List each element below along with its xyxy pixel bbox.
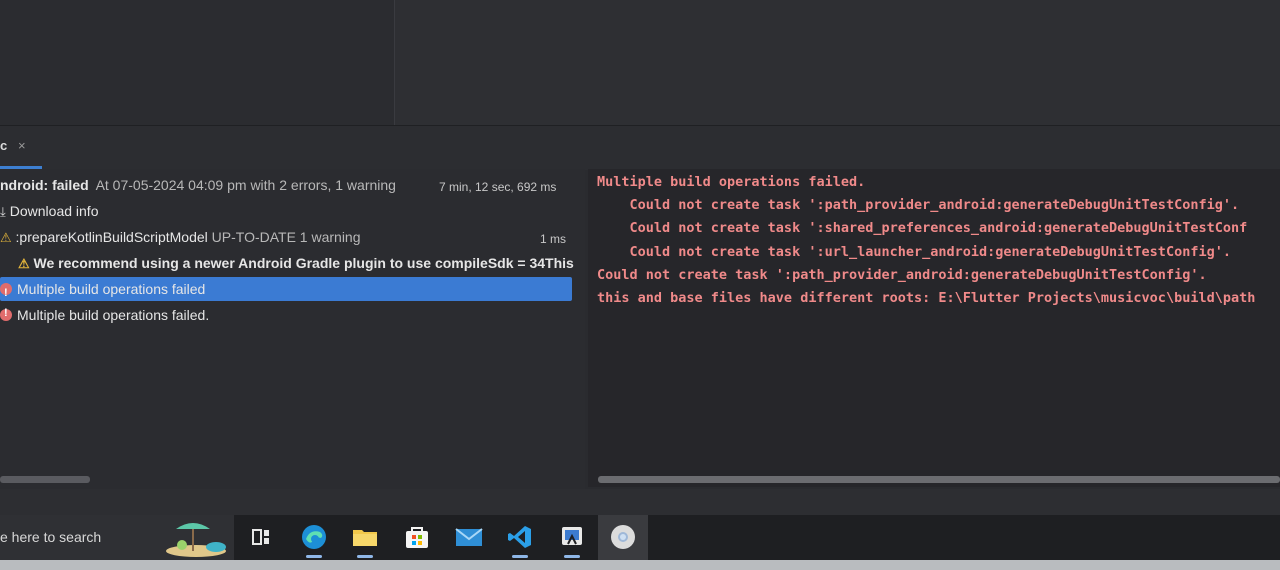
vscode-icon[interactable] xyxy=(504,521,536,553)
explorer-running-indicator xyxy=(357,555,373,558)
tree-row-prepare-kotlin[interactable]: ⚠ :prepareKotlinBuildScriptModel UP-TO-D… xyxy=(0,229,585,251)
taskbar-search-box[interactable]: e here to search xyxy=(0,515,234,560)
console-line: Could not create task ':path_provider_an… xyxy=(597,197,1240,213)
warning-icon: ⚠ xyxy=(18,256,30,271)
mail-icon[interactable] xyxy=(453,521,485,553)
console-line: Multiple build operations failed. xyxy=(597,174,866,190)
edge-running-indicator xyxy=(306,555,322,558)
build-status-detail: At 07-05-2024 04:09 pm with 2 errors, 1 … xyxy=(95,177,396,193)
console-line: Could not create task ':shared_preferenc… xyxy=(597,220,1248,236)
build-tool-window-tabs: c × xyxy=(0,125,1280,170)
warning-icon: ⚠ xyxy=(0,230,12,245)
tree-horizontal-scrollbar[interactable] xyxy=(0,476,90,483)
tree-row-detail: UP-TO-DATE 1 warning xyxy=(211,229,361,245)
tree-row-error[interactable]: Multiple build operations failed. xyxy=(0,307,585,329)
editor-left-pane xyxy=(0,0,395,125)
download-icon: ⤓ xyxy=(0,204,6,219)
console-line: Could not create task ':url_launcher_and… xyxy=(597,244,1231,260)
tree-row-label: Multiple build operations failed. xyxy=(17,307,210,323)
windows-taskbar: e here to search xyxy=(0,515,1280,560)
tree-row-label: Download info xyxy=(9,203,99,219)
android-studio-icon[interactable] xyxy=(556,521,588,553)
search-placeholder: e here to search xyxy=(0,529,102,545)
status-bar xyxy=(0,489,1280,515)
tree-row-label: :prepareKotlinBuildScriptModel xyxy=(15,229,208,245)
android-studio-running-indicator xyxy=(564,555,580,558)
search-highlight-icon xyxy=(166,523,226,557)
screen-bezel xyxy=(0,560,1280,570)
task-duration: 1 ms xyxy=(540,232,567,246)
build-output-tree: ndroid: failed At 07-05-2024 04:09 pm wi… xyxy=(0,169,585,489)
tree-row-download-info[interactable]: ⤓ Download info xyxy=(0,203,585,225)
console-line: Could not create task ':path_provider_an… xyxy=(597,267,1207,283)
console-horizontal-scrollbar[interactable] xyxy=(598,476,1280,483)
tree-row-label: Multiple build operations failed xyxy=(17,281,206,297)
build-tab[interactable]: c xyxy=(0,138,7,153)
tree-row-error-selected[interactable]: Multiple build operations failed xyxy=(0,277,572,305)
task-view-icon[interactable] xyxy=(245,521,277,553)
console-line: this and base files have different roots… xyxy=(597,290,1256,306)
build-console-output[interactable]: Multiple build operations failed. Could … xyxy=(588,169,1280,487)
build-duration: 7 min, 12 sec, 692 ms xyxy=(439,180,557,194)
build-status-label: ndroid: failed xyxy=(0,177,89,193)
vscode-running-indicator xyxy=(512,555,528,558)
error-icon xyxy=(0,281,12,305)
tree-row-build-failed[interactable]: ndroid: failed At 07-05-2024 04:09 pm wi… xyxy=(0,177,585,199)
tree-row-label: We recommend using a newer Android Gradl… xyxy=(33,255,574,271)
store-icon[interactable] xyxy=(401,521,433,553)
chrome-icon[interactable] xyxy=(607,521,639,553)
edge-icon[interactable] xyxy=(298,521,330,553)
error-icon xyxy=(0,307,12,321)
close-icon[interactable]: × xyxy=(18,138,26,153)
tree-row-gradle-warning[interactable]: ⚠ We recommend using a newer Android Gra… xyxy=(0,255,585,277)
file-explorer-icon[interactable] xyxy=(349,521,381,553)
